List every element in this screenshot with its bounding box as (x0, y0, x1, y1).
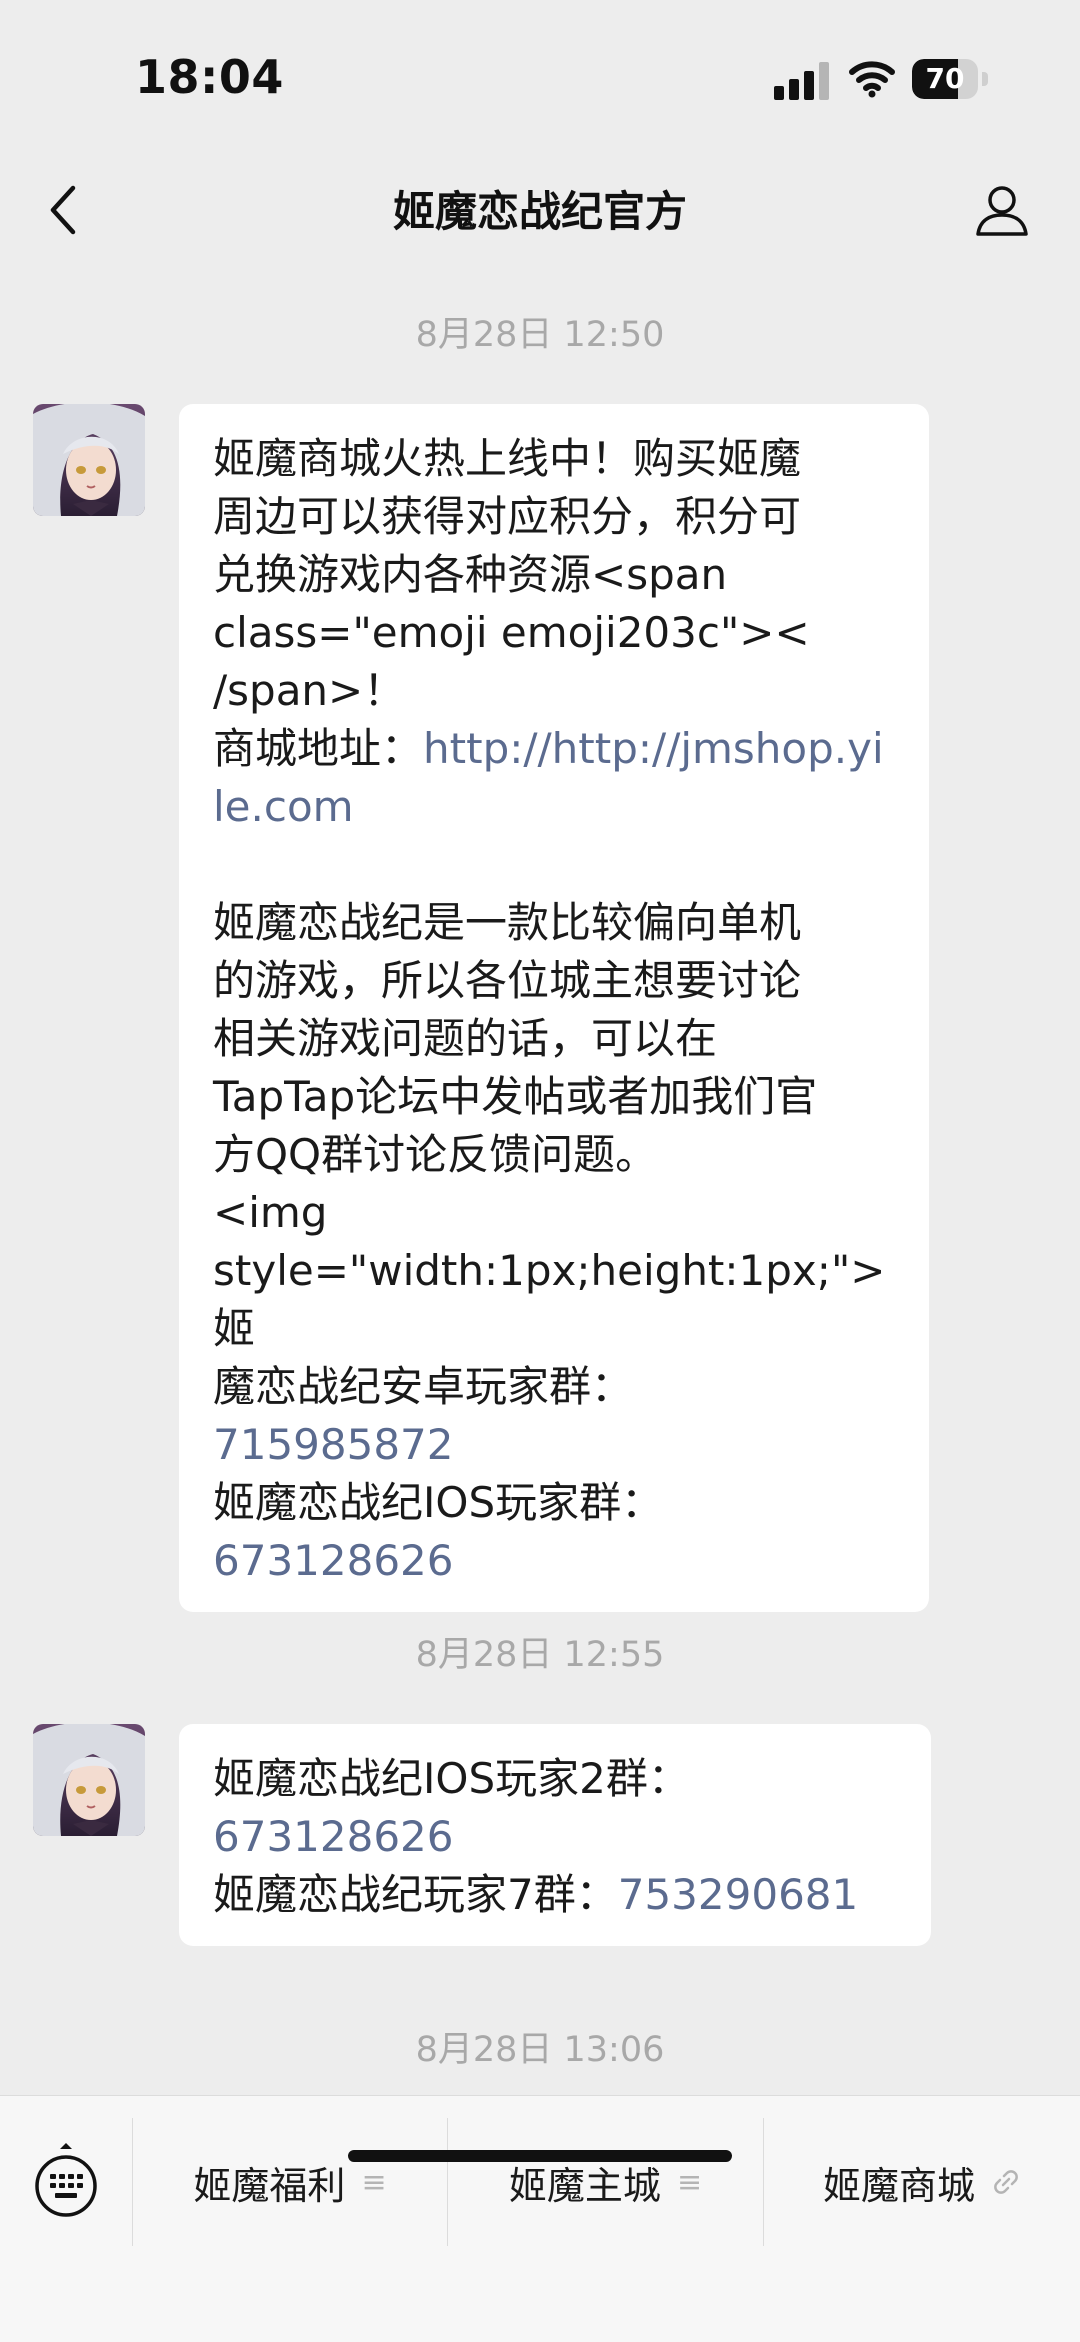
keyboard-icon (35, 2143, 97, 2217)
person-icon (976, 186, 1028, 236)
message-text: <img (213, 1188, 328, 1237)
avatar[interactable] (33, 404, 145, 516)
chat-timestamp: 8月28日 12:50 (415, 315, 665, 355)
menu-item-welfare[interactable]: 姬魔福利 ≡ (133, 2118, 447, 2246)
page-title: 姬魔恋战纪官方 (392, 187, 687, 236)
ios2-group-link[interactable]: 673128626 (213, 1808, 897, 1866)
status-time: 18:04 (135, 50, 284, 104)
menu-item-main-city[interactable]: 姬魔主城 ≡ (448, 2118, 763, 2246)
link-icon (994, 2170, 1018, 2194)
profile-button[interactable] (966, 174, 1038, 246)
nav-bar: 姬魔恋战纪官方 (0, 150, 1080, 270)
home-indicator[interactable] (348, 2150, 732, 2162)
avatar-image (33, 1724, 145, 1836)
battery-percent: 70 (925, 62, 965, 95)
message-text: class="emoji emoji203c">< (213, 608, 810, 657)
keyboard-button[interactable] (28, 2136, 104, 2226)
wifi-icon (849, 61, 895, 98)
cellular-signal-icon (774, 62, 829, 100)
submenu-icon: ≡ (361, 2164, 387, 2200)
submenu-icon: ≡ (676, 2164, 703, 2200)
menu-item-label: 姬魔福利 (193, 2163, 346, 2208)
avatar-image (33, 404, 145, 516)
group7-label: 姬魔恋战纪玩家7群： (213, 1870, 618, 1919)
message-text: 姬魔商城火热上线中！购买姬魔 (213, 434, 802, 483)
message-text: 姬魔恋战纪IOS玩家群： (213, 1478, 664, 1527)
chat-timestamp: 8月28日 13:06 (415, 2030, 665, 2070)
group7-link[interactable]: 753290681 (618, 1870, 859, 1919)
battery-icon: 70 (912, 59, 988, 99)
message-text: 方QQ群讨论反馈问题。 (213, 1130, 658, 1179)
menu-item-shop[interactable]: 姬魔商城 (764, 2118, 1080, 2246)
menu-item-label: 姬魔主城 (508, 2163, 661, 2208)
message-text: 相关游戏问题的话，可以在 (213, 1014, 718, 1063)
message-text: /span>！ (213, 666, 406, 715)
message-bubble[interactable]: 姬魔恋战纪IOS玩家2群： 673128626 姬魔恋战纪玩家7群：753290… (179, 1724, 931, 1946)
message-text: 周边可以获得对应积分，积分可 (213, 492, 802, 541)
shop-label: 商城地址： (213, 724, 424, 773)
shop-line: 商城地址：http://http://jmshop.yile.com (213, 720, 895, 836)
menu-item-label: 姬魔商城 (822, 2163, 975, 2208)
group7-line: 姬魔恋战纪玩家7群：753290681 (213, 1866, 897, 1924)
message-text: 的游戏，所以各位城主想要讨论 (213, 956, 802, 1005)
chevron-left-icon (50, 185, 76, 235)
message-text: 魔恋战纪安卓玩家群： (213, 1362, 634, 1411)
message-bubble[interactable]: 姬魔商城火热上线中！购买姬魔 周边可以获得对应积分，积分可 兑换游戏内各种资源<… (179, 404, 929, 1612)
android-group-link[interactable]: 715985872 (213, 1416, 895, 1474)
bottom-menu: 姬魔福利 ≡ 姬魔主城 ≡ 姬魔商城 (0, 2095, 1080, 2342)
status-bar: 18:04 70 (0, 0, 1080, 150)
message-text: 兑换游戏内各种资源<span (213, 550, 728, 599)
message-text: 姬魔恋战纪是一款比较偏向单机 (213, 898, 802, 947)
message-text: style="width:1px;height:1px;">姬 (213, 1246, 886, 1353)
avatar[interactable] (33, 1724, 145, 1836)
back-button[interactable] (30, 170, 94, 250)
chat-timestamp: 8月28日 12:55 (415, 1635, 665, 1675)
message-text: TapTap论坛中发帖或者加我们官 (213, 1072, 818, 1121)
ios-group-link[interactable]: 673128626 (213, 1532, 895, 1590)
message-text: 姬魔恋战纪IOS玩家2群： (213, 1754, 690, 1803)
